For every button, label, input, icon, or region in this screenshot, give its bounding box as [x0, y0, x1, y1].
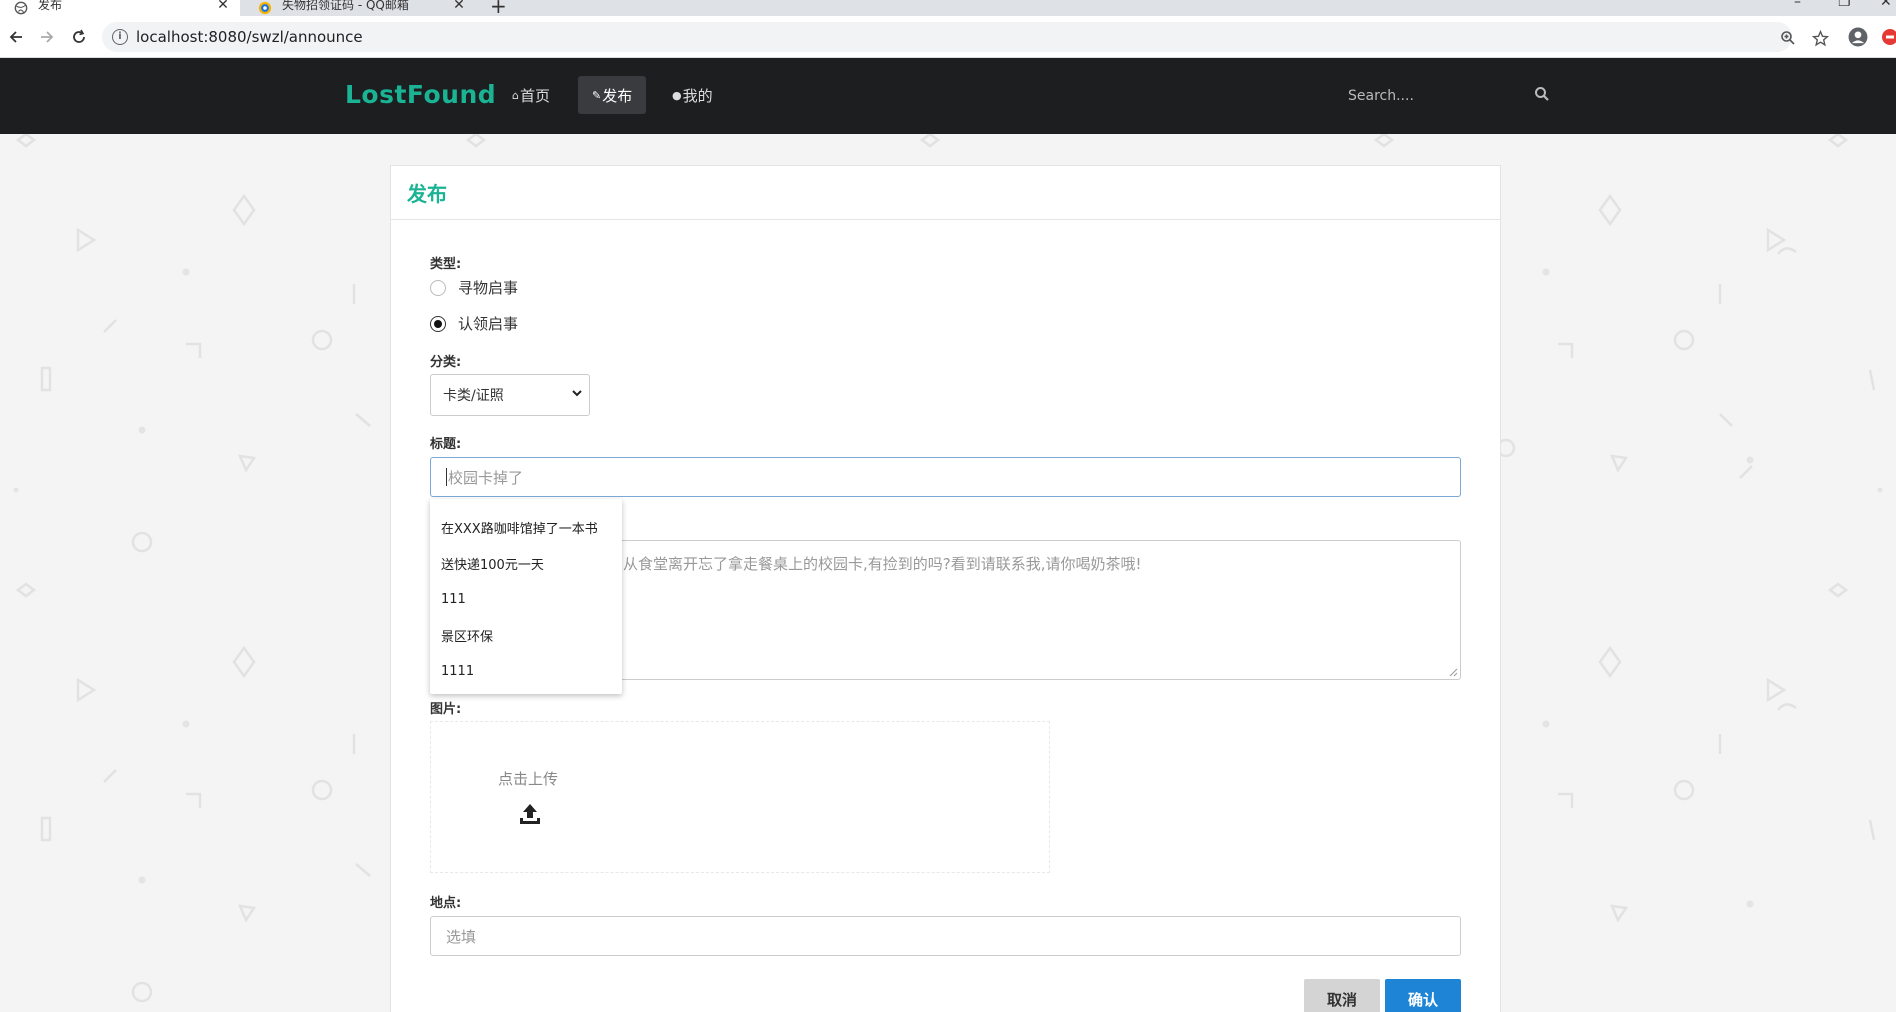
category-value: 卡类/证照	[443, 388, 504, 404]
nav-item-label: 发布	[602, 86, 633, 105]
autocomplete-item[interactable]: 景区环保	[430, 617, 622, 653]
radio-lost[interactable]: 寻物启事	[430, 277, 518, 298]
page-title: 发布	[407, 182, 447, 206]
description-placeholder: 从食堂离开忘了拿走餐桌上的校园卡,有捡到的吗?看到请联系我,请你喝奶茶哦!	[623, 555, 1142, 573]
user-icon: ●	[672, 88, 682, 102]
edit-icon: ✎	[592, 88, 602, 102]
chevron-down-icon	[571, 387, 583, 403]
info-icon[interactable]: i	[112, 29, 128, 45]
site-navbar: LostFound ⌂ 首页 ✎ 发布 ● 我的 Search....	[0, 58, 1896, 134]
home-icon: ⌂	[512, 88, 519, 102]
profile-icon[interactable]	[1848, 27, 1868, 47]
radio-circle[interactable]	[430, 279, 446, 296]
title-input[interactable]: 校园卡掉了	[430, 457, 1461, 497]
category-label: 分类:	[430, 355, 462, 370]
browser-tab-bar: 发布 ✕ 失物招领证码 - QQ邮箱 ✕ + – ❐ ✕	[0, 0, 1896, 18]
location-label: 地点:	[430, 896, 462, 911]
back-icon[interactable]	[5, 26, 27, 48]
image-label: 图片:	[430, 702, 462, 717]
autocomplete-item[interactable]: 送快递100元一天	[430, 545, 622, 581]
nav-item-announce[interactable]: ✎ 发布	[578, 76, 647, 114]
restore-icon[interactable]: ❐	[1838, 0, 1851, 10]
browser-toolbar: i localhost:8080/swzl/announce	[0, 16, 1896, 58]
nav-item-home[interactable]: ⌂ 首页	[498, 76, 564, 114]
title-label: 标题:	[430, 437, 462, 452]
forward-icon[interactable]	[36, 26, 58, 48]
card-header: 发布	[391, 166, 1500, 220]
location-placeholder: 选填	[446, 927, 477, 946]
browser-tab-active[interactable]: 发布 ✕	[0, 0, 240, 16]
minimize-icon[interactable]: –	[1794, 0, 1801, 10]
browser-tab-inactive[interactable]: 失物招领证码 - QQ邮箱 ✕	[244, 0, 476, 16]
radio-label: 认领启事	[458, 315, 519, 333]
nav-item-label: 我的	[682, 86, 713, 105]
cancel-button[interactable]: 取消	[1304, 979, 1380, 1012]
nav-item-label: 首页	[519, 86, 550, 105]
autocomplete-dropdown: 在XXX路咖啡馆掉了一本书 送快递100元一天 111 景区环保 1111	[430, 499, 622, 694]
url-text: localhost:8080/swzl/announce	[136, 28, 363, 46]
autocomplete-item[interactable]: 在XXX路咖啡馆掉了一本书	[430, 509, 622, 545]
reload-icon[interactable]	[68, 26, 90, 48]
radio-label: 寻物启事	[458, 279, 519, 297]
image-upload-area[interactable]: 点击上传	[430, 721, 1050, 873]
radio-found[interactable]: 认领启事	[430, 313, 518, 334]
location-input[interactable]: 选填	[430, 916, 1461, 956]
upload-text: 点击上传	[498, 770, 559, 788]
announce-card: 发布 类型: 寻物启事 认领启事 分类: 卡类/证照 标题: 校园卡掉了 从食堂…	[390, 165, 1501, 1012]
autocomplete-item[interactable]: 1111	[430, 653, 622, 689]
close-tab-icon[interactable]: ✕	[450, 0, 468, 13]
bookmark-star-icon[interactable]	[1810, 28, 1830, 48]
browser-tab-title: 发布	[38, 0, 63, 12]
search-icon[interactable]	[1534, 86, 1550, 102]
title-placeholder: 校园卡掉了	[448, 468, 524, 487]
zoom-icon[interactable]	[1778, 28, 1798, 48]
close-tab-icon[interactable]: ✕	[214, 0, 232, 13]
type-label: 类型:	[430, 257, 462, 272]
upload-icon[interactable]	[518, 802, 542, 826]
radio-circle-checked[interactable]	[430, 315, 446, 332]
address-bar[interactable]: i localhost:8080/swzl/announce	[102, 22, 1792, 52]
confirm-button[interactable]: 确认	[1385, 979, 1461, 1012]
qq-mail-icon	[258, 1, 272, 15]
globe-icon	[14, 1, 28, 15]
browser-tab-title: 失物招领证码 - QQ邮箱	[282, 0, 409, 12]
close-window-icon[interactable]: ✕	[1880, 0, 1892, 10]
extension-icon[interactable]	[1880, 27, 1896, 47]
brand-logo[interactable]: LostFound	[345, 80, 496, 109]
nav-item-mine[interactable]: ● 我的	[658, 76, 727, 114]
search-input[interactable]: Search....	[1348, 88, 1414, 104]
resize-handle-icon[interactable]	[1449, 668, 1458, 677]
text-cursor	[446, 468, 447, 486]
category-select[interactable]: 卡类/证照	[430, 374, 590, 416]
autocomplete-item[interactable]: 111	[430, 581, 622, 617]
